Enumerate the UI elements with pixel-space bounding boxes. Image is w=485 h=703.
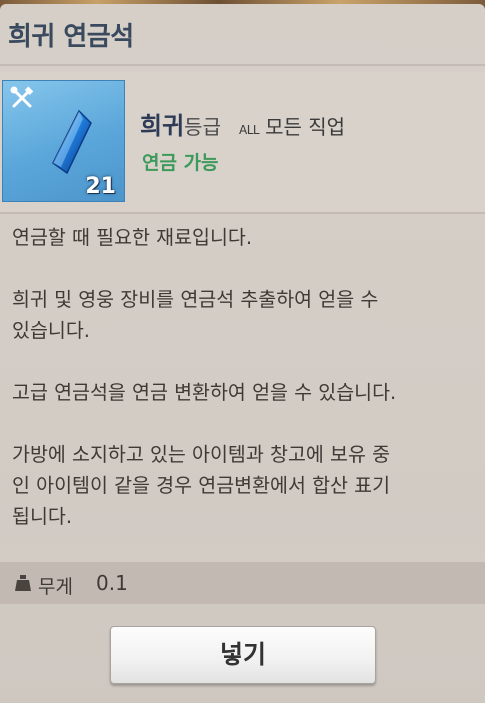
grade-label: 희귀: [140, 112, 185, 140]
item-description[interactable]: 연금할 때 필요한 재료입니다. 희귀 및 영웅 장비를 연금석 추출하여 얻을…: [12, 222, 474, 552]
weight-value: 0.1: [96, 571, 128, 595]
description-line: [12, 346, 474, 377]
alchemy-status: 연금 가능: [142, 152, 219, 174]
description-line: [12, 253, 474, 284]
item-title: 희귀 연금석: [8, 22, 134, 52]
grade-line: 희귀등급 ALL 모든 직업: [140, 106, 345, 141]
description-line: 희귀 및 영웅 장비를 연금석 추출하여 얻을 수: [12, 288, 379, 311]
description-line: [12, 408, 474, 439]
item-icon-slot[interactable]: 21: [2, 80, 125, 202]
title-divider: [0, 64, 485, 66]
item-count: 21: [85, 174, 116, 199]
description-line: 연금할 때 필요한 재료입니다.: [12, 226, 253, 249]
weight-label: 무게: [38, 576, 73, 598]
class-requirement: 모든 직업: [265, 115, 346, 139]
description-divider: [0, 212, 485, 214]
all-class-badge: ALL: [238, 123, 260, 137]
description-line: 됩니다.: [12, 505, 73, 528]
put-button[interactable]: 넣기: [110, 626, 376, 684]
crossed-tools-icon: [10, 86, 34, 108]
weight-icon: [15, 575, 31, 591]
description-line: 있습니다.: [12, 319, 90, 342]
grade-suffix: 등급: [184, 115, 221, 139]
description-line: 고급 연금석을 연금 변환하여 얻을 수 있습니다.: [12, 381, 397, 404]
description-line: 가방에 소지하고 있는 아이템과 창고에 보유 중: [12, 443, 391, 466]
description-fade: [0, 534, 485, 562]
weight-bar: 무게 0.1: [0, 562, 485, 604]
description-line: 인 아이템이 같을 경우 연금변환에서 합산 표기: [12, 474, 391, 497]
blue-crystal-icon: [52, 109, 92, 175]
